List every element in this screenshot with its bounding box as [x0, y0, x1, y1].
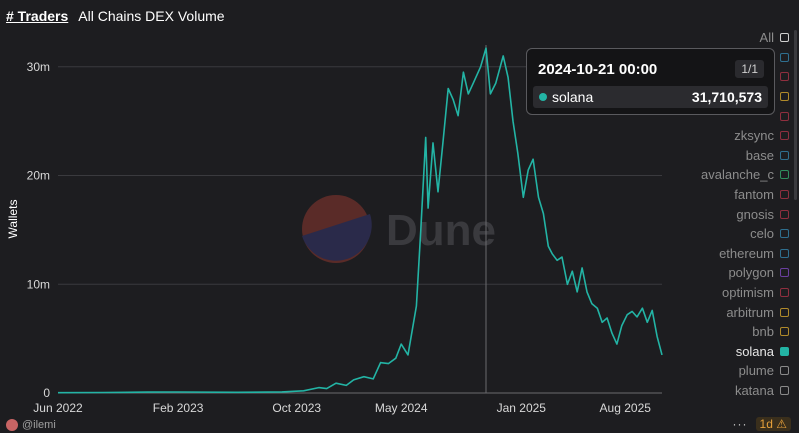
legend-checkbox[interactable]: [780, 288, 789, 298]
x-tick-label: Jan 2025: [497, 401, 547, 415]
legend-item[interactable]: katana: [649, 381, 789, 401]
tooltip-series-value: 31,710,573: [691, 89, 762, 105]
legend-item-label: All: [759, 30, 774, 46]
legend-item[interactable]: base: [649, 146, 789, 166]
legend-item-label: celo: [750, 226, 774, 242]
series-color-dot-icon: [539, 93, 547, 101]
legend-checkbox[interactable]: [780, 209, 789, 219]
y-tick-label: 20m: [27, 169, 50, 183]
legend-item-label: base: [745, 147, 774, 163]
legend-item[interactable]: avalanche_c: [649, 165, 789, 185]
legend-item-label: plume: [738, 363, 774, 379]
legend-item-label: avalanche_c: [701, 167, 774, 183]
dune-watermark: Dune: [302, 195, 496, 263]
legend-checkbox[interactable]: [780, 327, 789, 337]
x-tick-label: Aug 2025: [600, 401, 652, 415]
legend-item-label: solana: [735, 343, 774, 359]
interval-label: 1d: [759, 417, 773, 431]
tooltip-page-indicator: 1/1: [735, 60, 764, 78]
legend-checkbox[interactable]: [780, 150, 789, 160]
y-tick-label: 30m: [27, 60, 50, 74]
legend-item-label: fantom: [734, 187, 774, 203]
legend-item[interactable]: gnosis: [649, 204, 789, 224]
legend-scrollbar[interactable]: [794, 30, 797, 200]
legend-checkbox[interactable]: [780, 170, 789, 180]
legend-checkbox[interactable]: [780, 229, 789, 239]
x-tick-label: Feb 2023: [153, 401, 204, 415]
legend-item-label: zksync: [734, 128, 774, 144]
legend-item-label: polygon: [728, 265, 774, 281]
legend-item-label: optimism: [721, 285, 774, 301]
legend-checkbox[interactable]: [780, 190, 789, 200]
x-tick-label: Jun 2022: [33, 401, 83, 415]
dune-watermark-text: Dune: [386, 206, 496, 255]
legend-checkbox[interactable]: [780, 52, 789, 62]
legend-item[interactable]: plume: [649, 361, 789, 381]
legend-item[interactable]: zksync: [649, 126, 789, 146]
warning-icon: ⚠: [776, 417, 787, 431]
more-options-button[interactable]: ···: [733, 417, 748, 431]
legend-checkbox[interactable]: [780, 92, 789, 102]
legend-checkbox[interactable]: [780, 131, 789, 141]
legend-item-label: bnb: [752, 324, 774, 340]
legend-checkbox[interactable]: [780, 72, 789, 82]
author-byline[interactable]: @ilemi: [6, 419, 56, 431]
legend-checkbox[interactable]: [780, 346, 789, 356]
legend-item-label: arbitrum: [726, 304, 774, 320]
legend-item[interactable]: ethereum: [649, 244, 789, 264]
legend-checkbox[interactable]: [780, 268, 789, 278]
legend-item[interactable]: solana: [649, 342, 789, 362]
legend-item-label: gnosis: [736, 206, 774, 222]
legend-item[interactable]: celo: [649, 224, 789, 244]
tooltip-series-row: solana 31,710,573: [533, 86, 768, 108]
legend-item[interactable]: arbitrum: [649, 302, 789, 322]
author-name[interactable]: @ilemi: [22, 419, 56, 431]
legend-checkbox[interactable]: [780, 366, 789, 376]
refresh-interval-badge[interactable]: 1d ⚠: [755, 417, 791, 431]
x-tick-label: Oct 2023: [272, 401, 321, 415]
legend-item[interactable]: polygon: [649, 263, 789, 283]
y-tick-label: 0: [43, 386, 50, 400]
x-tick-label: May 2024: [375, 401, 428, 415]
legend-checkbox[interactable]: [780, 307, 789, 317]
legend-item[interactable]: optimism: [649, 283, 789, 303]
chart-footer-controls: ··· 1d ⚠: [733, 417, 791, 431]
legend-item-label: ethereum: [719, 245, 774, 261]
legend-item[interactable]: bnb: [649, 322, 789, 342]
legend-item[interactable]: All: [649, 28, 789, 48]
chart-tooltip: 2024-10-21 00:00 1/1 solana 31,710,573: [526, 48, 775, 115]
avatar: [6, 419, 18, 431]
legend-checkbox[interactable]: [780, 385, 789, 395]
tooltip-series-name: solana: [552, 89, 594, 105]
legend-item[interactable]: fantom: [649, 185, 789, 205]
y-axis-label: Wallets: [6, 200, 20, 239]
legend-checkbox[interactable]: [780, 111, 789, 121]
legend-item-label: katana: [734, 382, 774, 398]
y-tick-label: 10m: [27, 277, 50, 291]
tooltip-date: 2024-10-21 00:00: [538, 61, 658, 78]
legend-checkbox[interactable]: [780, 248, 789, 258]
legend-checkbox[interactable]: [780, 33, 789, 43]
